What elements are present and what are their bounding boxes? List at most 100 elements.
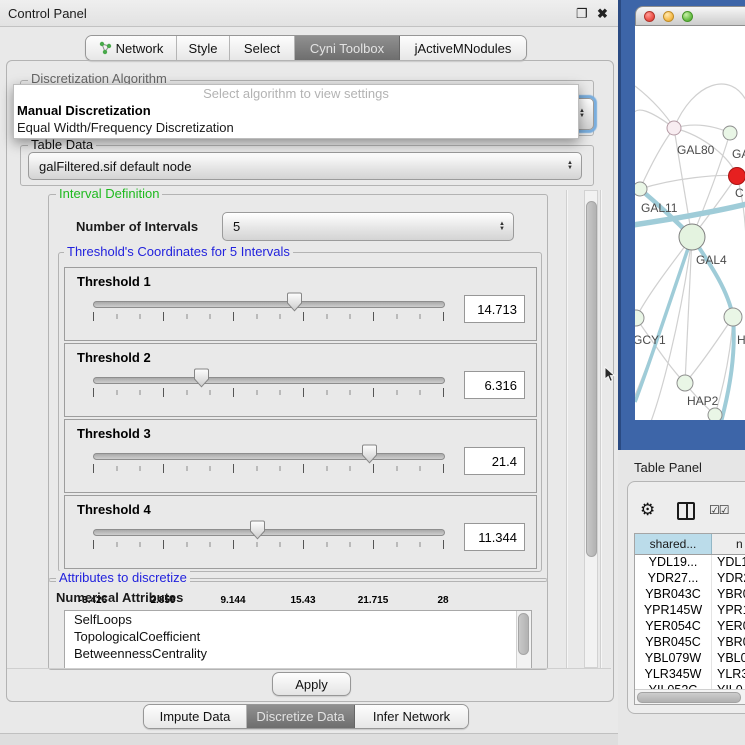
threshold-slider-handle[interactable]: [193, 368, 210, 388]
threshold-slider-handle[interactable]: [361, 444, 378, 464]
node-table: shared... n YDL19...YDL1YDR27...YDR2YBR0…: [634, 533, 745, 705]
threshold-value-field[interactable]: 11.344: [464, 523, 525, 551]
tab-cyni-toolbox[interactable]: Cyni Toolbox: [295, 36, 400, 60]
threshold-slider-track[interactable]: [93, 529, 445, 536]
table-row[interactable]: YDL19...YDL1: [635, 555, 745, 571]
network-node[interactable]: [677, 375, 693, 391]
cell-name[interactable]: YLR3: [712, 667, 745, 683]
threshold-slider-track[interactable]: [93, 377, 445, 384]
cell-shared-name[interactable]: YPR145W: [635, 603, 712, 619]
threshold-value-field[interactable]: 14.713: [464, 295, 525, 323]
threshold-value-field[interactable]: 6.316: [464, 371, 525, 399]
cell-name[interactable]: YBL0: [712, 651, 745, 667]
cell-shared-name[interactable]: YDL19...: [635, 555, 712, 571]
cell-name[interactable]: YPR1: [712, 603, 745, 619]
network-node[interactable]: [679, 224, 705, 250]
cell-name[interactable]: YDL1: [712, 555, 745, 571]
hscrollbar-thumb[interactable]: [637, 692, 741, 703]
network-canvas[interactable]: GAL80GACGAL11GAL4GCY1HHAP2: [635, 26, 745, 420]
tab-impute-data[interactable]: Impute Data: [144, 705, 247, 728]
button-bar-divider: [7, 668, 611, 669]
network-edge[interactable]: [674, 84, 745, 128]
tab-infer-network[interactable]: Infer Network: [355, 705, 468, 728]
table-header-row: shared... n: [635, 534, 745, 555]
threshold-slider-handle[interactable]: [249, 520, 266, 540]
tab-select[interactable]: Select: [230, 36, 295, 60]
network-node[interactable]: [708, 408, 722, 420]
threshold-label: Threshold 1: [77, 274, 151, 289]
network-edge[interactable]: [636, 237, 692, 318]
gear-icon[interactable]: ⚙: [640, 500, 655, 520]
popup-placeholder-item[interactable]: Select algorithm to view settings: [14, 85, 578, 102]
number-of-intervals-combo[interactable]: 5 ▲▼: [222, 212, 514, 241]
attribute-item[interactable]: BetweennessCentrality: [65, 645, 531, 662]
network-node[interactable]: [635, 310, 644, 326]
tab-network[interactable]: Network: [86, 36, 177, 60]
tab-label: jActiveMNodules: [415, 41, 512, 56]
minimize-traffic-light[interactable]: [663, 11, 674, 22]
table-data-value: galFiltered.sif default node: [39, 153, 191, 179]
numerical-attributes-list: SelfLoopsTopologicalCoefficientBetweenne…: [65, 611, 531, 662]
threshold-slider-handle[interactable]: [286, 292, 303, 312]
float-window-icon[interactable]: ❐: [576, 6, 588, 22]
network-edge[interactable]: [640, 176, 737, 189]
network-node-label: HAP2: [687, 394, 719, 408]
cell-shared-name[interactable]: YLR345W: [635, 667, 712, 683]
network-node[interactable]: [729, 168, 745, 185]
cell-shared-name[interactable]: YDR27...: [635, 571, 712, 587]
network-node[interactable]: [724, 308, 742, 326]
network-node[interactable]: [667, 121, 681, 135]
column-header-name[interactable]: n: [712, 534, 745, 554]
viewport-divider: [600, 190, 601, 668]
cell-shared-name[interactable]: YBL079W: [635, 651, 712, 667]
threshold-slider-track[interactable]: [93, 453, 445, 460]
numerical-attributes-label: Numerical Attributes: [56, 590, 183, 605]
cell-name[interactable]: YBR0: [712, 587, 745, 603]
popup-item-equal-width[interactable]: Equal Width/Frequency Discretization: [14, 119, 578, 136]
network-window-titlebar[interactable]: [635, 6, 745, 26]
stepper-icon: ▲▼: [567, 161, 573, 171]
list-scrollbar-thumb[interactable]: [518, 613, 529, 655]
network-node[interactable]: [723, 126, 737, 140]
column-header-shared[interactable]: shared...: [635, 534, 712, 554]
table-row[interactable]: YBR045CYBR0: [635, 635, 745, 651]
zoom-traffic-light[interactable]: [682, 11, 693, 22]
split-columns-icon[interactable]: [677, 502, 695, 520]
cell-shared-name[interactable]: YBR043C: [635, 587, 712, 603]
table-row[interactable]: YDR27...YDR2: [635, 571, 745, 587]
table-row[interactable]: YER054CYER0: [635, 619, 745, 635]
threshold-value-field[interactable]: 21.4: [464, 447, 525, 475]
network-node[interactable]: [635, 182, 647, 196]
table-row[interactable]: YLR345WYLR3: [635, 667, 745, 683]
viewport-divider: [566, 190, 567, 668]
cell-shared-name[interactable]: YBR045C: [635, 635, 712, 651]
apply-button[interactable]: Apply: [272, 672, 351, 696]
attribute-item[interactable]: TopologicalCoefficient: [65, 628, 531, 645]
list-scrollbar[interactable]: [516, 611, 531, 668]
cell-name[interactable]: YDR2: [712, 571, 745, 587]
network-edge[interactable]: [674, 125, 730, 133]
table-row[interactable]: YBL079WYBL0: [635, 651, 745, 667]
tab-style[interactable]: Style: [177, 36, 230, 60]
horizontal-scrollbar[interactable]: [635, 689, 745, 704]
network-edge[interactable]: [635, 86, 674, 128]
cell-shared-name[interactable]: YER054C: [635, 619, 712, 635]
checkboxes-icon[interactable]: ☑☑: [709, 503, 729, 517]
table-data-combo[interactable]: galFiltered.sif default node ▲▼: [28, 152, 582, 180]
network-edge[interactable]: [640, 128, 674, 189]
cell-name[interactable]: YER0: [712, 619, 745, 635]
cell-name[interactable]: YBR0: [712, 635, 745, 651]
table-row[interactable]: YPR145WYPR1: [635, 603, 745, 619]
scrollbar-thumb[interactable]: [586, 201, 597, 557]
vertical-scrollbar[interactable]: [584, 190, 598, 668]
close-icon[interactable]: ✖: [597, 6, 608, 22]
table-row[interactable]: YBR043CYBR0: [635, 587, 745, 603]
close-traffic-light[interactable]: [644, 11, 655, 22]
tab-jactivemnodules[interactable]: jActiveMNodules: [400, 36, 526, 60]
attribute-item[interactable]: SelfLoops: [65, 611, 531, 628]
threshold-slider-track[interactable]: [93, 301, 445, 308]
interval-definition-title: Interval Definition: [56, 187, 162, 201]
panel-bottom-strip: [0, 733, 618, 745]
popup-item-manual-discretization[interactable]: Manual Discretization: [14, 102, 578, 119]
tab-discretize-data[interactable]: Discretize Data: [247, 705, 355, 728]
